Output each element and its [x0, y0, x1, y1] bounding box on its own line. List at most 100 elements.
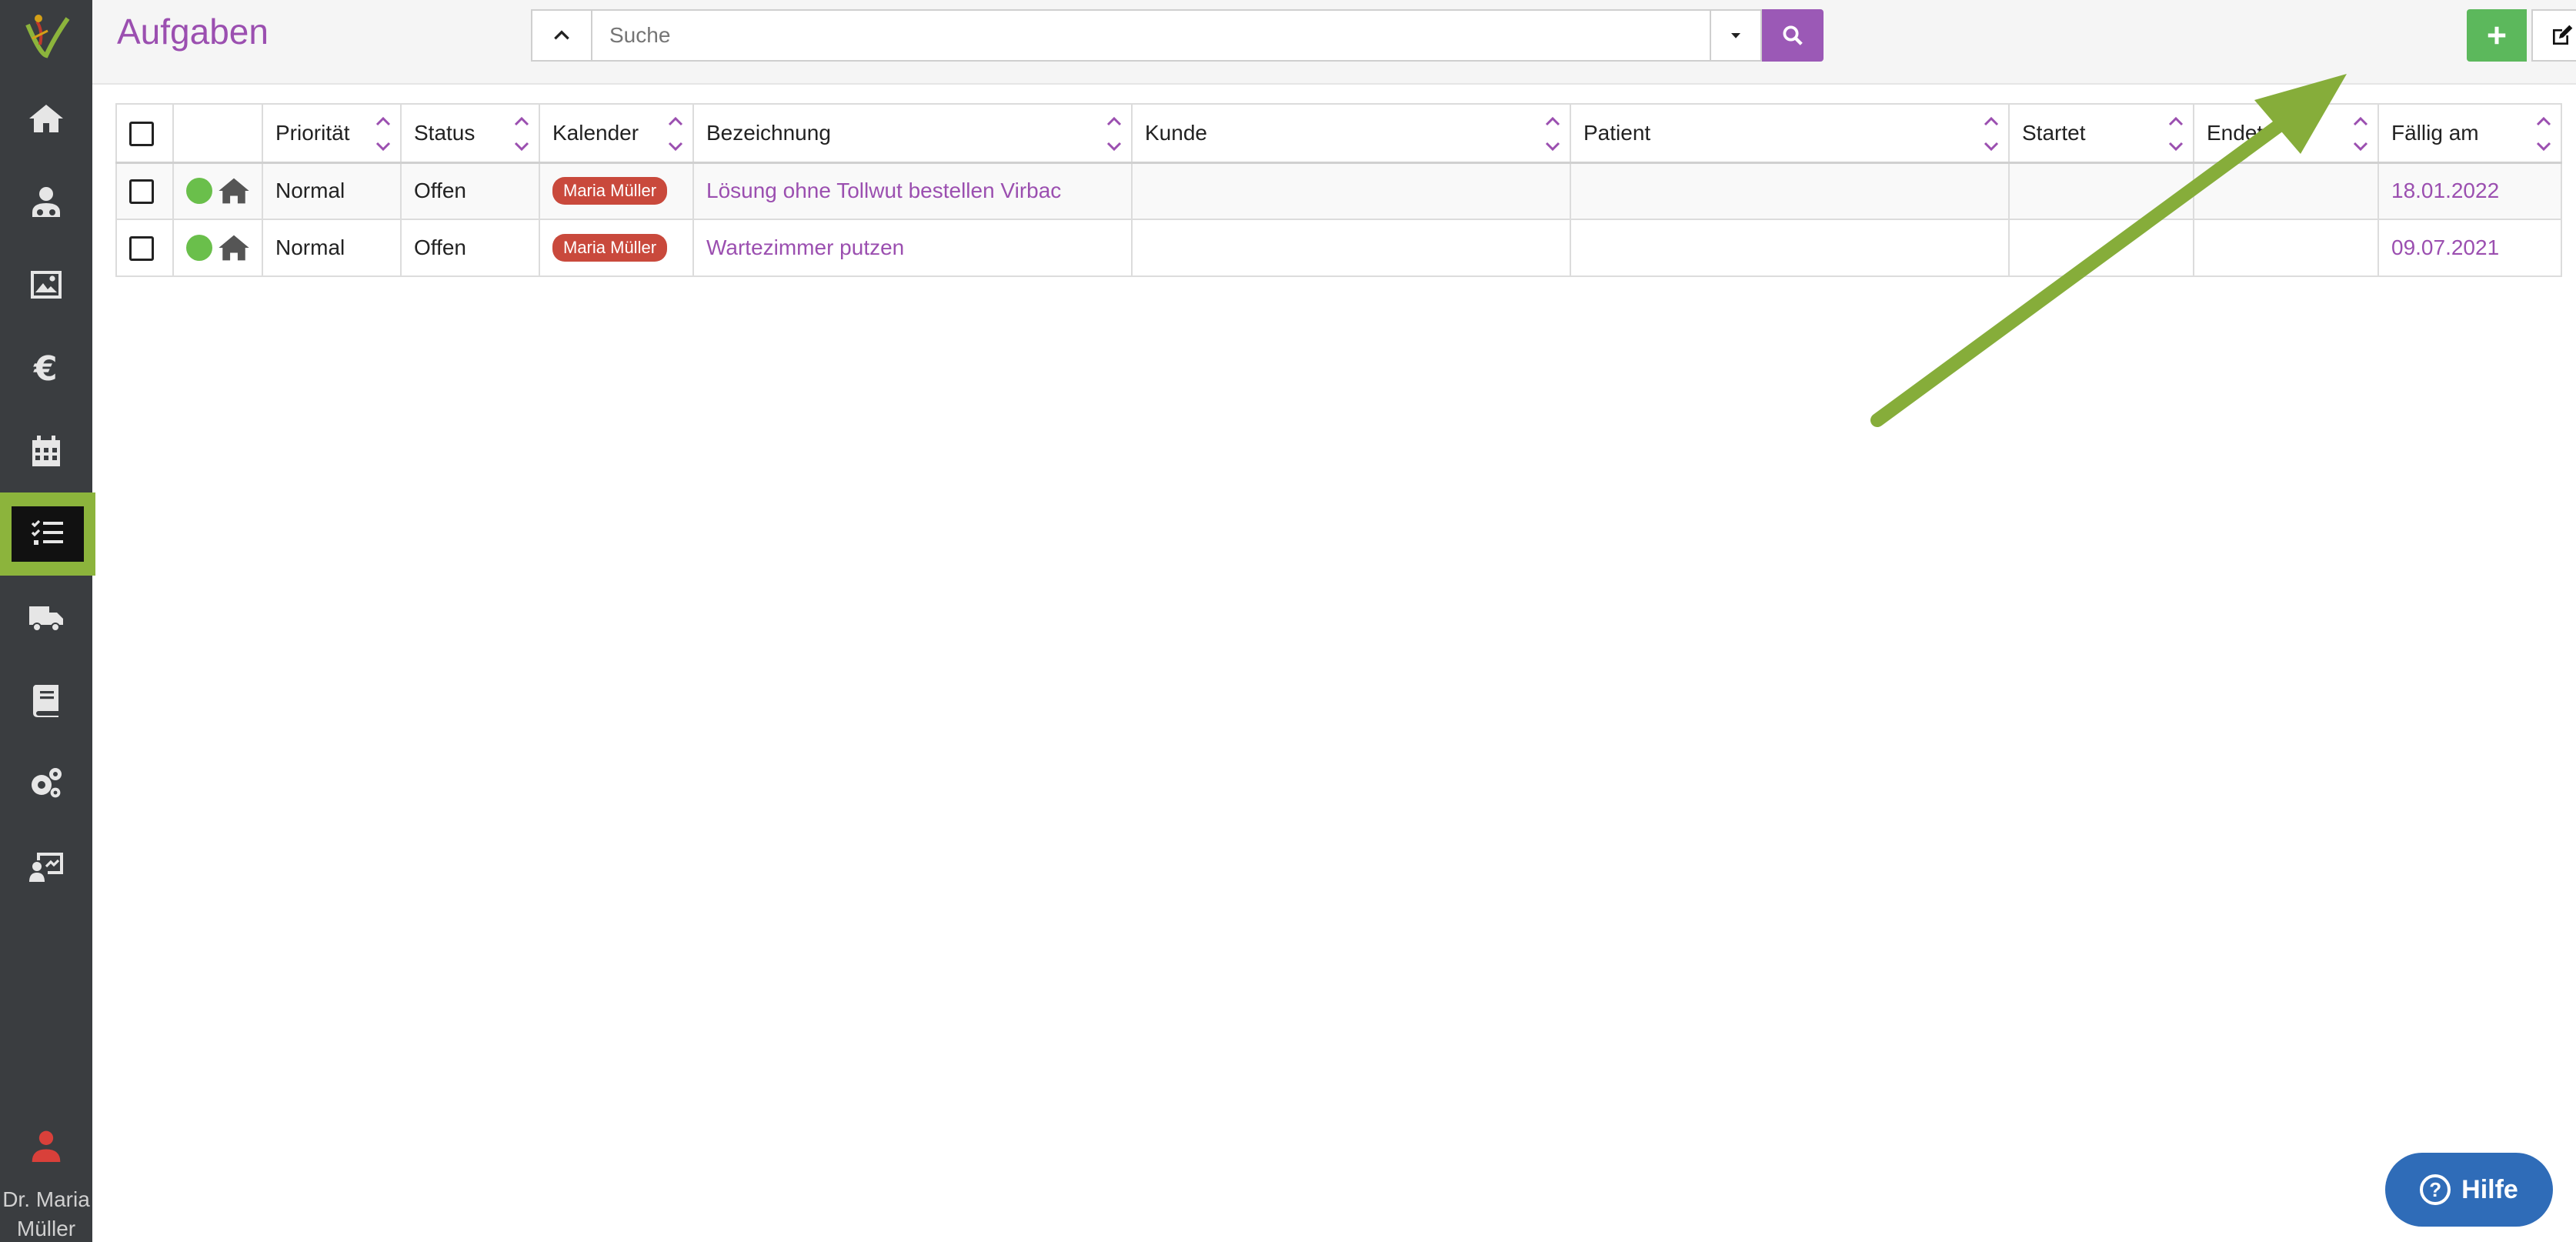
customer-cell — [1131, 219, 1571, 277]
search-options-dropdown[interactable] — [1711, 9, 1762, 62]
icons-column-header — [172, 103, 263, 164]
sort-icon[interactable] — [511, 111, 532, 157]
home-icon — [29, 105, 63, 132]
help-button[interactable]: ? Hilfe — [2385, 1153, 2553, 1227]
add-task-button[interactable] — [2467, 9, 2527, 62]
book-icon — [32, 685, 58, 717]
user-name[interactable]: Dr. Maria Müller — [0, 1185, 92, 1242]
column-header-patient[interactable]: Patient — [1570, 103, 2010, 164]
column-header-startet[interactable]: Startet — [2008, 103, 2194, 164]
patient-cell — [1570, 162, 2010, 220]
edit-icon — [2553, 25, 2573, 45]
search-collapse-button[interactable] — [531, 9, 591, 62]
search-icon — [1783, 25, 1803, 45]
due-cell: 09.07.2021 — [2377, 219, 2562, 277]
column-header-bezeichnung[interactable]: Bezeichnung — [692, 103, 1133, 164]
sort-icon[interactable] — [2533, 111, 2554, 157]
priority-cell: Normal — [262, 219, 402, 277]
select-all-cell — [115, 103, 174, 164]
app-logo[interactable] — [17, 8, 75, 66]
start-cell — [2008, 162, 2194, 220]
calendar-cell: Maria Müller — [539, 219, 694, 277]
priority-cell: Normal — [262, 162, 402, 220]
nav-finance[interactable]: € — [0, 326, 92, 409]
due-cell: 18.01.2022 — [2377, 162, 2562, 220]
calendar-cell: Maria Müller — [539, 162, 694, 220]
statistics-icon — [29, 853, 63, 882]
column-label: Endet — [2207, 120, 2264, 145]
chevron-up-icon — [554, 30, 569, 40]
nav-images[interactable] — [0, 243, 92, 326]
tasks-icon — [31, 519, 63, 545]
column-header-status[interactable]: Status — [400, 103, 540, 164]
settings-icon — [32, 768, 62, 798]
sort-icon[interactable] — [1980, 111, 2002, 157]
user-icon[interactable] — [29, 1128, 63, 1162]
column-header-prioritaet[interactable]: Priorität — [262, 103, 402, 164]
table-row[interactable]: Normal Offen Maria Müller Wartezimmer pu… — [115, 219, 2562, 277]
sort-icon[interactable] — [372, 111, 394, 157]
table-row[interactable]: Normal Offen Maria Müller Lösung ohne To… — [115, 162, 2562, 220]
row-icons-cell — [172, 219, 263, 277]
search-button[interactable] — [1762, 9, 1824, 62]
tasks-table: Priorität Status Kalender Bezeichnung Ku… — [115, 103, 2562, 277]
column-label: Bezeichnung — [706, 120, 831, 145]
customers-icon — [32, 187, 60, 217]
sort-icon[interactable] — [2350, 111, 2371, 157]
nav-settings[interactable] — [0, 742, 92, 825]
nav-statistics[interactable] — [0, 825, 92, 908]
start-cell — [2008, 219, 2194, 277]
table-header-row: Priorität Status Kalender Bezeichnung Ku… — [115, 103, 2562, 164]
calendar-icon — [32, 436, 60, 466]
nav-tasks[interactable] — [0, 492, 95, 576]
select-all-checkbox[interactable] — [129, 121, 154, 146]
home-icon — [219, 178, 249, 204]
column-label: Status — [414, 120, 475, 145]
column-header-endet[interactable]: Endet — [2193, 103, 2379, 164]
nav-delivery[interactable] — [0, 576, 92, 659]
euro-icon: € — [33, 349, 58, 386]
nav-book[interactable] — [0, 659, 92, 742]
nav-home[interactable] — [0, 77, 92, 160]
column-header-faellig[interactable]: Fällig am — [2377, 103, 2562, 164]
calendar-badge: Maria Müller — [552, 234, 668, 262]
sidebar: € Dr. Maria Müller — [0, 0, 95, 1242]
row-select-cell — [115, 162, 174, 220]
sort-icon[interactable] — [2165, 111, 2187, 157]
column-label: Priorität — [275, 120, 350, 145]
status-dot-icon — [186, 235, 212, 261]
nav-calendar[interactable] — [0, 409, 92, 492]
column-label: Kunde — [1145, 120, 1207, 145]
column-label: Startet — [2022, 120, 2086, 145]
title-cell: Wartezimmer putzen — [692, 219, 1133, 277]
column-header-kalender[interactable]: Kalender — [539, 103, 694, 164]
end-cell — [2193, 162, 2379, 220]
edit-task-button[interactable] — [2531, 9, 2576, 62]
status-cell: Offen — [400, 219, 540, 277]
column-label: Kalender — [552, 120, 639, 145]
home-icon — [219, 235, 249, 261]
end-cell — [2193, 219, 2379, 277]
column-header-kunde[interactable]: Kunde — [1131, 103, 1571, 164]
status-cell: Offen — [400, 162, 540, 220]
calendar-badge: Maria Müller — [552, 177, 668, 205]
row-select-cell — [115, 219, 174, 277]
row-checkbox[interactable] — [129, 179, 154, 205]
sort-icon[interactable] — [1103, 111, 1125, 157]
question-icon: ? — [2420, 1174, 2451, 1205]
help-label: Hilfe — [2461, 1174, 2518, 1204]
row-checkbox[interactable] — [129, 235, 154, 261]
tasks-table-container: Priorität Status Kalender Bezeichnung Ku… — [115, 103, 2562, 277]
sort-icon[interactable] — [1542, 111, 1563, 157]
status-dot-icon — [186, 178, 212, 205]
plus-icon — [2488, 26, 2506, 45]
nav-customers[interactable] — [0, 160, 92, 243]
sort-icon[interactable] — [665, 111, 686, 157]
task-link[interactable]: Wartezimmer putzen — [706, 235, 904, 259]
row-icons-cell — [172, 162, 263, 220]
task-link[interactable]: Lösung ohne Tollwut bestellen Virbac — [706, 179, 1061, 202]
search-input[interactable] — [591, 9, 1711, 62]
due-date: 18.01.2022 — [2391, 179, 2500, 203]
customer-cell — [1131, 162, 1571, 220]
truck-icon — [29, 606, 63, 632]
